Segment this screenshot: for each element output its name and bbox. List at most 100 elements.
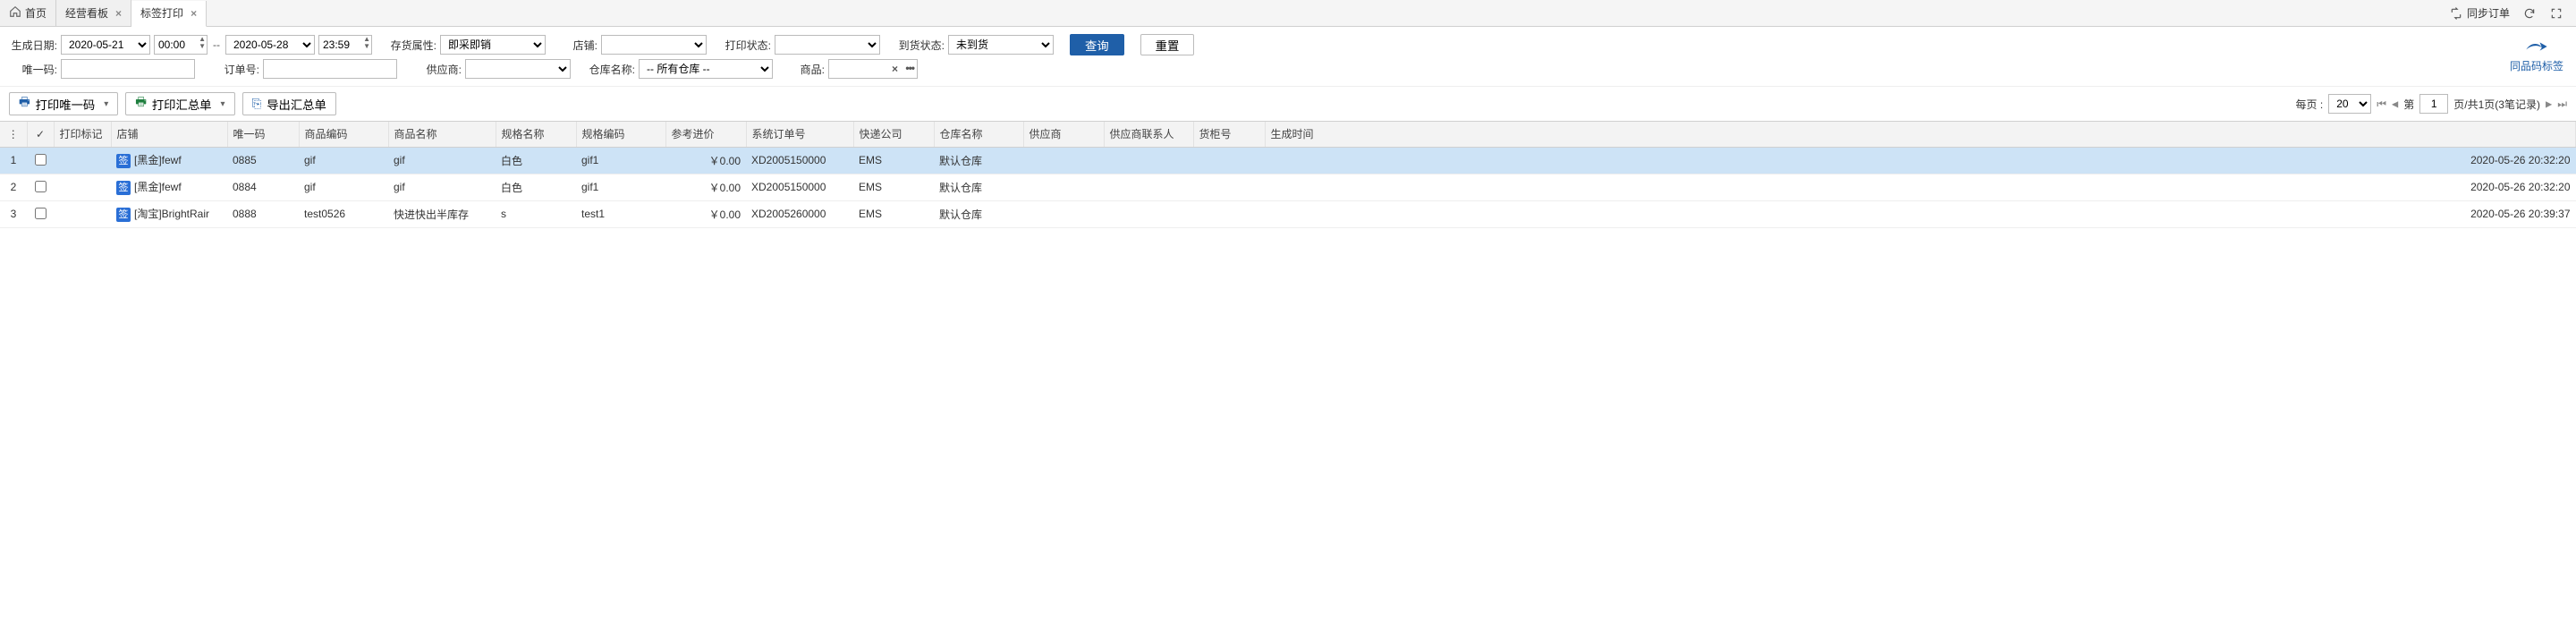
print-status-label: 打印状态: [723,38,771,53]
cell-spec-name: s [496,200,576,227]
refresh-icon[interactable] [2522,6,2537,21]
cell-supplier [1023,147,1104,174]
cell-rownum: 3 [0,200,27,227]
close-icon[interactable]: × [115,7,122,20]
table-row[interactable]: 3签[淘宝]BrightRair0888test0526快进快出半库存stest… [0,200,2576,227]
tab-strip: 首页 经营看板 × 标签打印 × 同步订单 [0,0,2576,27]
tab-home[interactable]: 首页 [0,0,56,26]
fullscreen-icon[interactable] [2549,6,2563,21]
cell-ref-price: ￥0.00 [665,147,746,174]
supplier-select[interactable] [465,59,571,79]
cell-unique: 0884 [227,174,299,200]
cell-express: EMS [853,147,934,174]
page-suffix: 页/共1页(3笔记录) [2453,97,2540,112]
cell-sys-order: XD2005260000 [746,200,853,227]
filter-bar-2: 唯一码: 订单号: 供应商: 仓库名称: -- 所有仓库 -- 商品: × ••… [0,59,2576,86]
col-name[interactable]: 商品名称 [388,122,496,147]
cell-print-mark [54,200,111,227]
query-button[interactable]: 查询 [1070,34,1124,55]
page-prev-icon[interactable]: ◀ [2392,98,2398,110]
col-unique[interactable]: 唯一码 [227,122,299,147]
cell-name: gif [388,147,496,174]
print-status-select[interactable] [775,35,880,55]
col-supplier-contact[interactable]: 供应商联系人 [1104,122,1193,147]
date-to-select[interactable]: 2020-05-28 [225,35,315,55]
warehouse-label: 仓库名称: [587,62,635,77]
spinner-icon[interactable]: ▲▼ [363,36,370,50]
per-page-label: 每页 : [2296,97,2324,112]
sync-orders-button[interactable]: 同步订单 [2449,5,2510,21]
col-print-mark[interactable]: 打印标记 [54,122,111,147]
table-row[interactable]: 1签[黑金]fewf0885gifgif白色gif1￥0.00XD2005150… [0,147,2576,174]
row-checkbox[interactable] [35,181,47,192]
same-code-label-text: 同品码标签 [2510,58,2563,73]
col-shop[interactable]: 店铺 [111,122,227,147]
reset-button[interactable]: 重置 [1140,34,1195,55]
cell-check[interactable] [27,200,54,227]
page-next-icon[interactable]: ▶ [2546,98,2552,110]
export-icon: ⎘ [252,97,262,111]
date-from-select[interactable]: 2020-05-21 [61,35,150,55]
page-last-icon[interactable]: ⏭ [2557,98,2567,111]
cell-name: 快进快出半库存 [388,200,496,227]
arrive-status-label: 到货状态: [896,38,945,53]
cell-unique: 0885 [227,147,299,174]
col-spec-name[interactable]: 规格名称 [496,122,576,147]
export-summary-button[interactable]: ⎘ 导出汇总单 [242,92,336,115]
order-input[interactable] [263,59,397,79]
col-gen-time[interactable]: 生成时间 [1265,122,2576,147]
cell-check[interactable] [27,174,54,200]
col-cabinet[interactable]: 货柜号 [1193,122,1265,147]
cell-shop: 签[淘宝]BrightRair [111,200,227,227]
more-icon[interactable]: ••• [905,62,914,74]
col-menu[interactable]: ⋮ [0,122,27,147]
cell-express: EMS [853,174,934,200]
print-unique-button[interactable]: 🖶 打印唯一码 [9,92,118,115]
cell-sys-order: XD2005150000 [746,174,853,200]
col-express[interactable]: 快递公司 [853,122,934,147]
page-prefix: 第 [2403,97,2414,112]
page-current-input[interactable] [2419,94,2448,114]
cell-warehouse: 默认仓库 [934,200,1023,227]
clear-icon[interactable]: × [892,63,898,75]
warehouse-select[interactable]: -- 所有仓库 -- [639,59,773,79]
arrive-status-select[interactable]: 未到货 [948,35,1054,55]
col-check[interactable]: ✓ [27,122,54,147]
per-page-select[interactable]: 20 [2328,94,2371,114]
cell-supplier-contact [1104,174,1193,200]
unique-input[interactable] [61,59,195,79]
col-spec-code[interactable]: 规格编码 [576,122,665,147]
same-code-label-button[interactable]: 同品码标签 [2510,38,2563,73]
col-warehouse[interactable]: 仓库名称 [934,122,1023,147]
toolbar: 🖶 打印唯一码 🖶 打印汇总单 ⎘ 导出汇总单 每页 : 20 ⏮ ◀ 第 页/… [0,86,2576,121]
col-ref-price[interactable]: 参考进价 [665,122,746,147]
print-summary-button[interactable]: 🖶 打印汇总单 [125,92,234,115]
cell-cabinet [1193,147,1265,174]
tab-label-print[interactable]: 标签打印 × [131,1,207,27]
cell-sys-order: XD2005150000 [746,147,853,174]
row-checkbox[interactable] [35,154,47,166]
cell-check[interactable] [27,147,54,174]
tab-dashboard[interactable]: 经营看板 × [56,0,131,26]
spinner-icon[interactable]: ▲▼ [199,36,206,50]
col-sku[interactable]: 商品编码 [299,122,388,147]
row-checkbox[interactable] [35,208,47,219]
cell-rownum: 1 [0,147,27,174]
gen-date-label: 生成日期: [9,38,57,53]
shop-label: 店铺: [562,38,597,53]
sync-orders-label: 同步订单 [2467,5,2510,21]
stock-attr-select[interactable]: 即采即销 [440,35,546,55]
table-row[interactable]: 2签[黑金]fewf0884gifgif白色gif1￥0.00XD2005150… [0,174,2576,200]
data-grid: ⋮ ✓ 打印标记 店铺 唯一码 商品编码 商品名称 规格名称 规格编码 参考进价… [0,121,2576,228]
col-sys-order[interactable]: 系统订单号 [746,122,853,147]
product-input[interactable] [828,59,918,79]
cell-name: gif [388,174,496,200]
page-first-icon[interactable]: ⏮ [2377,98,2386,111]
shop-select[interactable] [601,35,707,55]
close-icon[interactable]: × [191,7,197,20]
share-arrow-icon [2524,38,2549,55]
tab-home-label: 首页 [25,5,47,21]
sync-icon [2449,6,2463,21]
cell-sku: gif [299,147,388,174]
col-supplier[interactable]: 供应商 [1023,122,1104,147]
